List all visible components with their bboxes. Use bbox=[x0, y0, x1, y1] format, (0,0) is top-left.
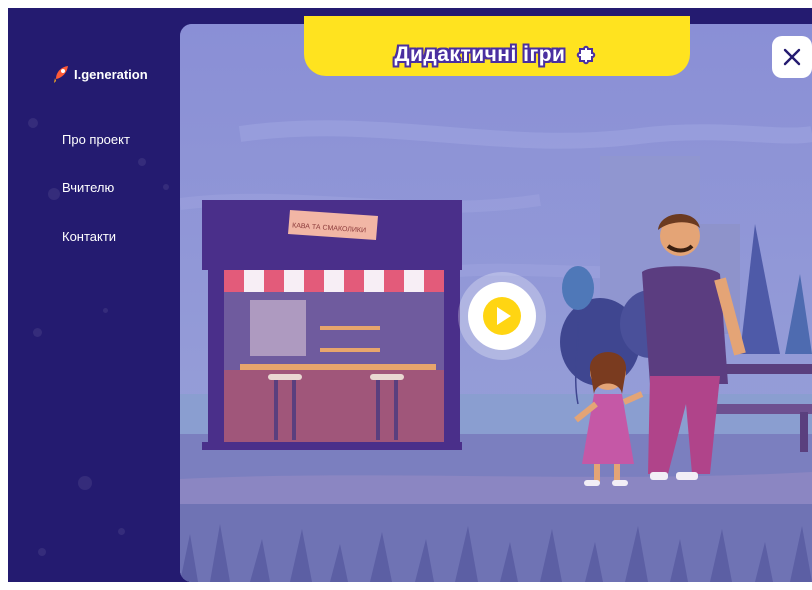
sidebar: I.generation Про проект Вчителю Контакти bbox=[8, 8, 178, 582]
app-window: I.generation Про проект Вчителю Контакти bbox=[8, 8, 812, 582]
rocket-icon bbox=[54, 66, 68, 83]
close-icon bbox=[783, 48, 801, 66]
decor-star bbox=[163, 184, 169, 190]
logo-text: I.generation bbox=[74, 66, 148, 82]
nav-item-teacher[interactable]: Вчителю bbox=[62, 180, 114, 195]
title-bar: Дидактичні ігри bbox=[304, 16, 690, 76]
nav-item-contacts[interactable]: Контакти bbox=[62, 229, 116, 244]
nav-item-about[interactable]: Про проект bbox=[62, 132, 130, 147]
play-button[interactable] bbox=[458, 272, 546, 360]
decor-star bbox=[118, 528, 125, 535]
logo[interactable]: I.generation bbox=[52, 64, 148, 84]
puzzle-icon bbox=[577, 45, 596, 65]
page-title: Дидактичні ігри bbox=[394, 43, 566, 66]
decor-star bbox=[78, 476, 92, 490]
decor-star bbox=[138, 158, 146, 166]
decor-star bbox=[103, 308, 108, 313]
kiosk: КАВА ТА СМАКОЛИКИ bbox=[202, 200, 462, 450]
play-icon bbox=[483, 297, 521, 335]
decor-star bbox=[28, 118, 38, 128]
decor-star bbox=[38, 548, 46, 556]
close-button[interactable] bbox=[772, 36, 812, 78]
decor-star bbox=[48, 188, 60, 200]
decor-star bbox=[33, 328, 42, 337]
play-button-inner bbox=[468, 282, 536, 350]
